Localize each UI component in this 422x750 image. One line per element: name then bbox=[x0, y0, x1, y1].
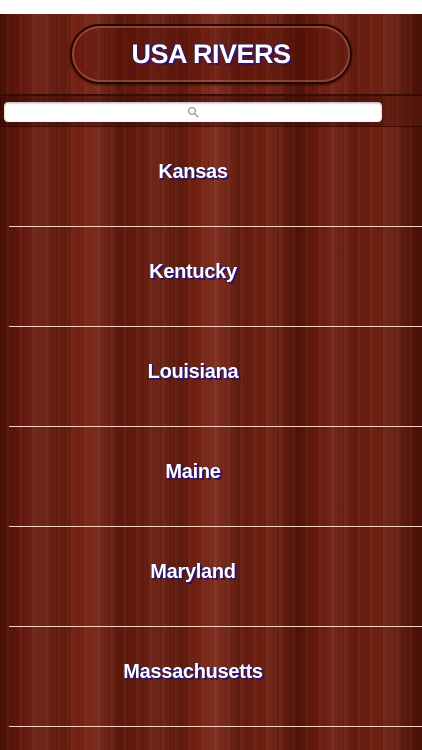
list-item-label: Kansas bbox=[158, 160, 228, 183]
list-item[interactable]: Maryland bbox=[0, 527, 422, 627]
status-bar bbox=[0, 0, 422, 14]
list-item[interactable]: Maine bbox=[0, 427, 422, 527]
list-item-label: Maryland bbox=[150, 560, 236, 583]
list-item[interactable]: Louisiana bbox=[0, 327, 422, 427]
state-list: Kansas Kentucky Louisiana Maine Maryland… bbox=[0, 127, 422, 727]
search-bar bbox=[0, 96, 422, 127]
title-banner: USA RIVERS bbox=[70, 24, 352, 84]
row-divider bbox=[9, 726, 422, 727]
list-item-label: Kentucky bbox=[149, 260, 237, 283]
list-item-label: Maine bbox=[165, 460, 221, 483]
list-item-label: Louisiana bbox=[147, 360, 239, 383]
list-item-label: Massachusetts bbox=[123, 660, 263, 683]
list-item[interactable]: Massachusetts bbox=[0, 627, 422, 727]
list-item[interactable]: Kansas bbox=[0, 127, 422, 227]
search-field[interactable] bbox=[4, 102, 386, 124]
search-input[interactable] bbox=[4, 102, 386, 124]
section-index-gutter bbox=[386, 96, 422, 126]
page-title: USA RIVERS bbox=[131, 38, 291, 69]
header: USA RIVERS bbox=[0, 14, 422, 96]
list-item[interactable]: Kentucky bbox=[0, 227, 422, 327]
